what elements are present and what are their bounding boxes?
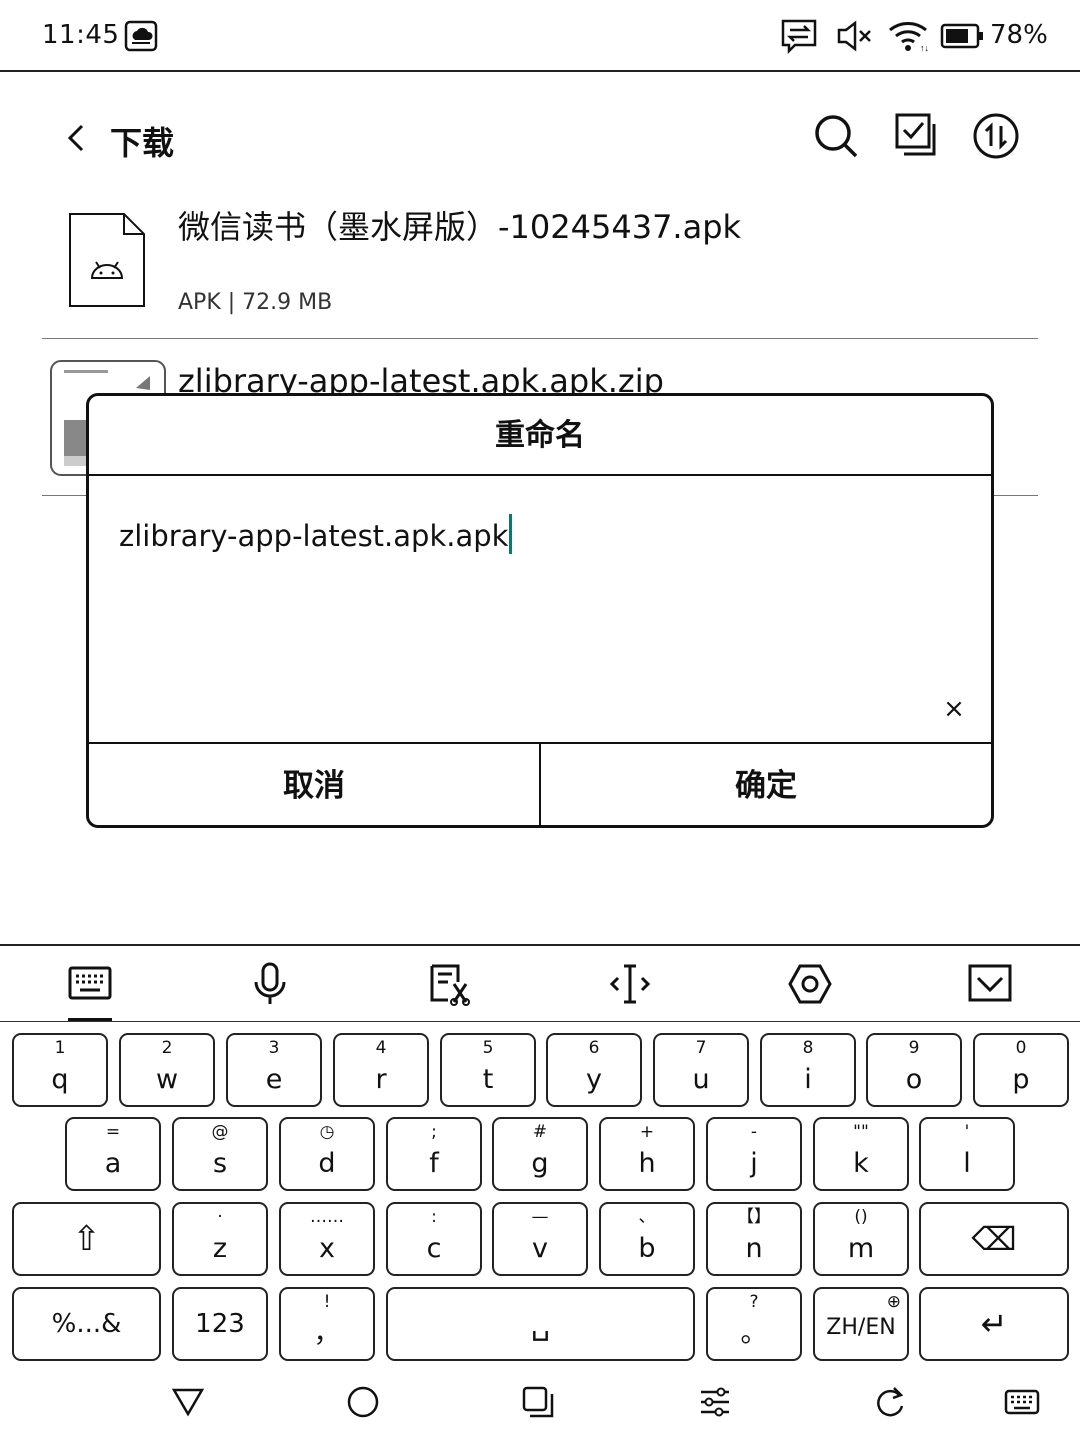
app-header: 下载 <box>0 72 1080 192</box>
backspace-key[interactable]: ⌫ <box>919 1202 1069 1276</box>
keyboard-toolbar <box>0 946 1080 1022</box>
key-e[interactable]: 3e <box>226 1033 322 1107</box>
microphone-icon[interactable] <box>248 962 292 1006</box>
list-divider <box>42 338 1038 339</box>
toolbar-active-indicator <box>68 1018 112 1021</box>
shift-key[interactable]: ⇧ <box>12 1202 161 1276</box>
key-j[interactable]: -j <box>706 1117 802 1191</box>
key-p[interactable]: 0p <box>973 1033 1069 1107</box>
space-icon: ␣ <box>530 1306 551 1342</box>
symbols-key[interactable]: %...& <box>12 1287 161 1361</box>
key-z[interactable]: · z <box>172 1202 268 1276</box>
rename-input[interactable]: zlibrary-app-latest.apk.apk <box>119 514 513 554</box>
key-q[interactable]: 1q <box>12 1033 108 1107</box>
period-key[interactable]: ?。 <box>706 1287 802 1361</box>
file-meta: APK | 72.9 MB <box>178 290 333 315</box>
recents-square-icon[interactable] <box>518 1382 558 1422</box>
battery-percent: 78% <box>990 20 1048 50</box>
comma-key[interactable]: !， <box>279 1287 375 1361</box>
key-v[interactable]: — v <box>492 1202 588 1276</box>
text-caret <box>509 514 513 554</box>
backspace-icon: ⌫ <box>971 1220 1017 1258</box>
key-r[interactable]: 4r <box>333 1033 429 1107</box>
svg-text:↑↓: ↑↓ <box>920 43 929 52</box>
key-d[interactable]: ◷ d <box>279 1117 375 1191</box>
cancel-button[interactable]: 取消 <box>89 744 539 825</box>
dialog-title: 重命名 <box>89 396 991 476</box>
multi-select-icon[interactable] <box>892 112 940 160</box>
key-a[interactable]: = a <box>65 1117 161 1191</box>
key-m[interactable]: () m <box>813 1202 909 1276</box>
numbers-key[interactable]: 123 <box>172 1287 268 1361</box>
file-name: 微信读书（墨水屏版）-10245437.apk <box>178 208 742 246</box>
enter-key[interactable]: ↵ <box>919 1287 1069 1361</box>
mute-icon <box>837 20 871 52</box>
data-transfer-icon <box>781 19 817 54</box>
key-y[interactable]: 6y <box>546 1033 642 1107</box>
battery-icon <box>940 23 983 49</box>
key-u[interactable]: 7u <box>653 1033 749 1107</box>
shift-icon: ⇧ <box>72 1219 101 1259</box>
key-o[interactable]: 9o <box>866 1033 962 1107</box>
enter-icon: ↵ <box>980 1305 1008 1343</box>
search-icon[interactable] <box>812 112 860 160</box>
clear-input-icon[interactable]: × <box>939 694 969 724</box>
key-t[interactable]: 5t <box>440 1033 536 1107</box>
status-bar: 11:45 ↑↓ 78% <box>0 0 1080 72</box>
key-s[interactable]: @ s <box>172 1117 268 1191</box>
key-i[interactable]: 8i <box>760 1033 856 1107</box>
page-title: 下载 <box>110 124 175 162</box>
key-b[interactable]: 、 b <box>599 1202 695 1276</box>
back-chevron-icon[interactable] <box>62 120 92 156</box>
hide-keyboard-icon[interactable] <box>968 962 1012 1006</box>
keyboard-toggle-icon[interactable] <box>1002 1382 1042 1422</box>
cursor-move-icon[interactable] <box>608 962 652 1006</box>
adjust-sliders-icon[interactable] <box>695 1382 735 1422</box>
key-l[interactable]: ' l <box>919 1117 1015 1191</box>
key-h[interactable]: + h <box>599 1117 695 1191</box>
rename-dialog: 重命名 zlibrary-app-latest.apk.apk × 取消 确定 <box>86 393 994 828</box>
key-n[interactable]: 【】 n <box>706 1202 802 1276</box>
home-circle-icon[interactable] <box>343 1382 383 1422</box>
key-g[interactable]: # g <box>492 1117 588 1191</box>
rename-input-value: zlibrary-app-latest.apk.apk <box>119 519 509 553</box>
keyboard-icon[interactable] <box>68 962 112 1006</box>
key-x[interactable]: …… x <box>279 1202 375 1276</box>
key-c[interactable]: :c <box>386 1202 482 1276</box>
key-w[interactable]: 2w <box>119 1033 215 1107</box>
status-time: 11:45 <box>42 20 120 50</box>
system-nav-bar <box>0 1370 1080 1435</box>
soft-keyboard: 1q 2w 3e 4r 5t 6y 7u 8i 9o 0p = a @ s ◷ d ;… <box>0 944 1080 1435</box>
android-apk-icon <box>69 213 145 307</box>
wifi-icon: ↑↓ <box>889 22 929 52</box>
back-triangle-icon[interactable] <box>168 1382 208 1422</box>
file-list-item[interactable]: 微信读书（墨水屏版）-10245437.apk APK | 72.9 MB <box>0 192 1080 338</box>
edit-clipboard-icon[interactable] <box>428 962 472 1006</box>
cloud-sync-icon <box>124 20 158 52</box>
refresh-icon[interactable] <box>870 1382 910 1422</box>
key-k[interactable]: "" k <box>813 1117 909 1191</box>
language-switch-key[interactable]: ⊕ ZH/EN <box>813 1287 909 1361</box>
confirm-button[interactable]: 确定 <box>539 744 991 825</box>
sort-icon[interactable] <box>972 112 1020 160</box>
space-key[interactable]: ␣ <box>386 1287 695 1361</box>
settings-hexagon-icon[interactable] <box>788 962 832 1006</box>
dialog-footer: 取消 确定 <box>89 742 991 825</box>
key-f[interactable]: ; f <box>386 1117 482 1191</box>
